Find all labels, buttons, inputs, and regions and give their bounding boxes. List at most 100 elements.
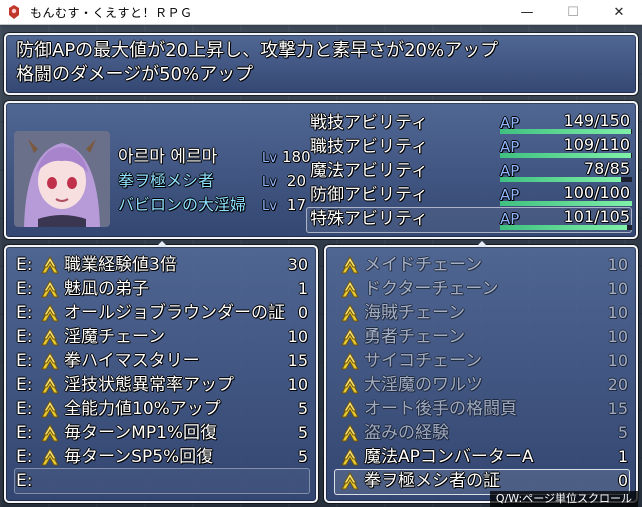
available-ability-item[interactable]: 勇者チェーン 10 [336, 325, 628, 349]
equipped-ability-slot[interactable]: E: オールジョブラウンダーの証 0 [16, 301, 308, 325]
equip-marker: E: [16, 447, 33, 467]
equip-marker: E: [16, 351, 33, 371]
class-1-level: 20 [286, 172, 306, 190]
ability-icon [340, 279, 360, 299]
equipped-abilities-window[interactable]: E: 職業経験値3倍 30 E: 魅凪の弟子 1 E: オールジョブラウンダーの証 0 E: 淫魔チ… [4, 241, 318, 503]
status-window: 아르마 에르마 Lv 180 拳ヲ極メシ者 Lv 20 バビロンの大淫婦 Lv … [4, 101, 638, 239]
ability-name: 大淫魔のワルツ [364, 375, 483, 395]
available-ability-item[interactable]: 大淫魔のワルツ 20 [336, 373, 628, 397]
equip-marker: E: [16, 279, 33, 299]
ability-icon [340, 399, 360, 419]
available-ability-item[interactable]: メイドチェーン 10 [336, 253, 628, 277]
ability-name: 淫技状態異常率アップ [64, 375, 234, 395]
ability-type-row[interactable]: 防御アビリティ AP 100/100 [310, 183, 634, 207]
ability-icon [340, 471, 360, 491]
ability-name: サイコチェーン [364, 351, 483, 371]
available-ability-item[interactable]: ドクターチェーン 10 [336, 277, 628, 301]
available-abilities-window[interactable]: メイドチェーン 10 ドクターチェーン 10 海賊チェーン 10 勇者チェーン 10 サイコチェ… [324, 241, 638, 503]
ability-icon [40, 255, 60, 275]
ability-icon [340, 375, 360, 395]
title-bar: もんむす・くえすと！ＲＰＧ — ☐ ✕ [0, 0, 642, 25]
equipped-ability-slot[interactable]: E: [14, 468, 310, 494]
ability-cost: 0 [617, 471, 628, 490]
ability-name: オールジョブラウンダーの証 [64, 303, 285, 323]
equipped-ability-slot[interactable]: E: 魅凪の弟子 1 [16, 277, 308, 301]
ability-icon [40, 351, 60, 371]
equipped-ability-slot[interactable]: E: 淫技状態異常率アップ 10 [16, 373, 308, 397]
equip-marker: E: [16, 303, 33, 323]
ability-icon [40, 375, 60, 395]
ability-icon [340, 447, 360, 467]
empty-slot-highlight [14, 468, 310, 494]
ability-type-name: 魔法アビリティ [310, 161, 428, 181]
ability-cost: 5 [617, 423, 628, 442]
actor-portrait [14, 131, 110, 227]
equip-marker: E: [16, 471, 33, 491]
available-ability-item[interactable]: 海賊チェーン 10 [336, 301, 628, 325]
ability-icon [340, 423, 360, 443]
ap-value: 149/150 [563, 111, 630, 130]
minimize-button[interactable]: — [504, 0, 550, 24]
equip-marker: E: [16, 255, 33, 275]
ability-cost: 30 [287, 255, 308, 274]
class-1-name: 拳ヲ極メシ者 [118, 171, 215, 190]
ability-icon [40, 327, 60, 347]
ability-cost: 20 [607, 375, 628, 394]
equipped-ability-slot[interactable]: E: 淫魔チェーン 10 [16, 325, 308, 349]
ability-type-row[interactable]: 戦技アビリティ AP 149/150 [310, 111, 634, 135]
available-ability-item[interactable]: 魔法APコンバーターA 1 [336, 445, 628, 469]
ap-value: 109/110 [563, 135, 630, 154]
ability-name: 海賊チェーン [364, 303, 466, 323]
ability-name: メイドチェーン [364, 255, 483, 275]
window-title: もんむす・くえすと！ＲＰＧ [30, 5, 193, 20]
ability-cost: 1 [297, 279, 308, 298]
ability-name: 職業経験値3倍 [64, 255, 177, 275]
ability-type-row[interactable]: 魔法アビリティ AP 78/85 [310, 159, 634, 183]
scroll-up-arrow-icon[interactable] [476, 241, 488, 247]
ability-cost: 1 [617, 447, 628, 466]
ability-icon [340, 255, 360, 275]
ap-value: 100/100 [563, 183, 630, 202]
available-ability-item[interactable]: 拳ヲ極メシ者の証 0 [336, 469, 628, 493]
ability-cost: 10 [607, 279, 628, 298]
ap-value: 101/105 [563, 207, 630, 226]
equipped-ability-slot[interactable]: E: 毎ターンMP1%回復 5 [16, 421, 308, 445]
ability-name: 盗みの経験 [364, 423, 449, 443]
equipped-ability-slot[interactable]: E: 拳ハイマスタリー 15 [16, 349, 308, 373]
ability-icon [40, 399, 60, 419]
ability-icon [340, 327, 360, 347]
maximize-button[interactable]: ☐ [550, 0, 596, 24]
ability-type-row[interactable]: 特殊アビリティ AP 101/105 [310, 207, 634, 231]
close-button[interactable]: ✕ [596, 0, 642, 24]
equipped-ability-slot[interactable]: E: 全能力値10%アップ 5 [16, 397, 308, 421]
ability-name: 毎ターンSP5%回復 [64, 447, 214, 467]
ability-name: 魅凪の弟子 [64, 279, 149, 299]
available-ability-item[interactable]: 盗みの経験 5 [336, 421, 628, 445]
scroll-up-arrow-icon[interactable] [156, 241, 168, 247]
ability-cost: 5 [297, 399, 308, 418]
available-ability-item[interactable]: サイコチェーン 10 [336, 349, 628, 373]
ability-type-name: 特殊アビリティ [310, 209, 428, 229]
ability-icon [340, 303, 360, 323]
ability-cost: 10 [287, 327, 308, 346]
ability-type-row[interactable]: 職技アビリティ AP 109/110 [310, 135, 634, 159]
level-label: Lv [262, 151, 277, 166]
ability-icon [40, 447, 60, 467]
equip-marker: E: [16, 375, 33, 395]
ability-name: 拳ヲ極メシ者の証 [364, 471, 500, 491]
class-1-level-label: Lv [262, 175, 277, 190]
ability-cost: 10 [607, 327, 628, 346]
help-line-2: 格闘のダメージが50%アップ [16, 64, 254, 85]
equipped-ability-slot[interactable]: E: 毎ターンSP5%回復 5 [16, 445, 308, 469]
equipped-ability-slot[interactable]: E: 職業経験値3倍 30 [16, 253, 308, 277]
available-ability-item[interactable]: オート後手の格闘頁 15 [336, 397, 628, 421]
ability-cost: 10 [607, 255, 628, 274]
ability-name: オート後手の格闘頁 [364, 399, 517, 419]
ability-cost: 10 [607, 351, 628, 370]
help-window: 防御APの最大値が20上昇し、攻撃力と素早さが20%アップ 格闘のダメージが50… [4, 33, 638, 95]
ability-type-name: 防御アビリティ [310, 185, 428, 205]
ability-cost: 5 [297, 447, 308, 466]
ability-name: 勇者チェーン [364, 327, 466, 347]
ap-value: 78/85 [583, 159, 630, 178]
class-2-name: バビロンの大淫婦 [118, 195, 247, 214]
